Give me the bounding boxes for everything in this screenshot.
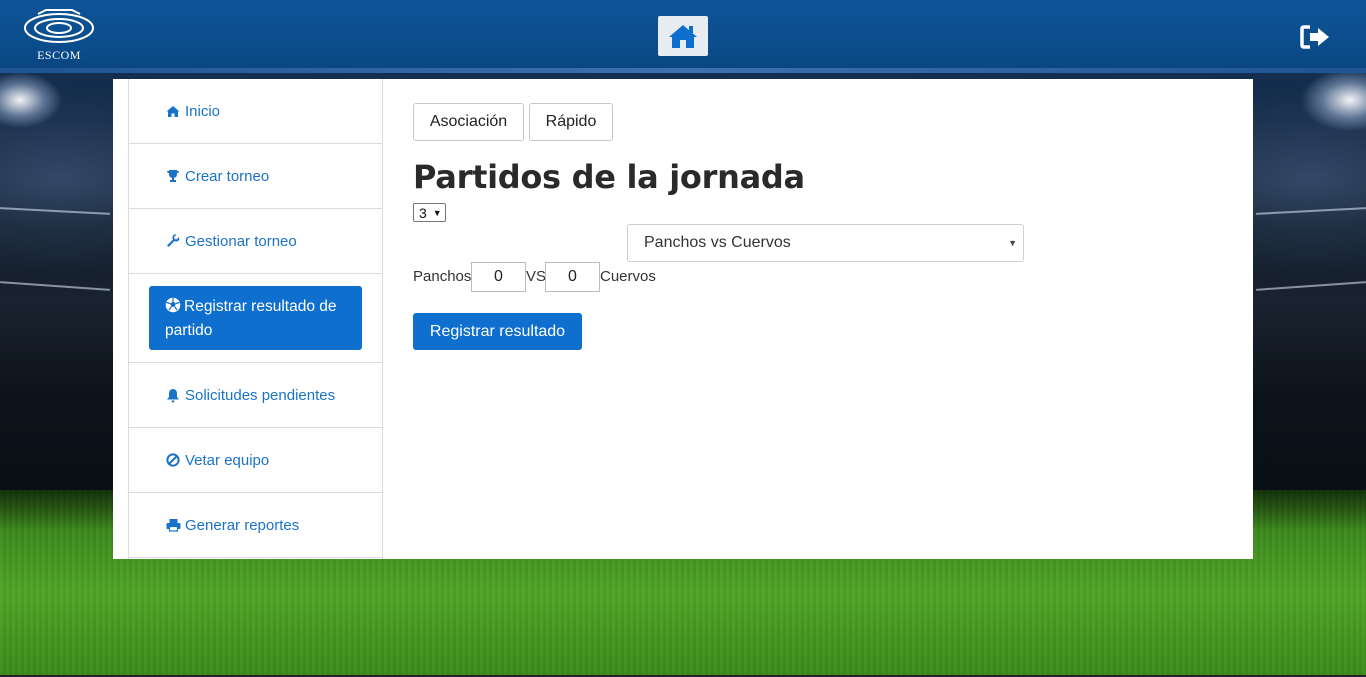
main-panel: Inicio Crear torneo Gestionar torneo Reg… [113, 79, 1253, 559]
page-title: Partidos de la jornada [413, 158, 805, 196]
escom-logo-icon [24, 9, 94, 43]
jornada-select[interactable]: 3 ▼ [413, 203, 446, 222]
top-navbar: ESCOM [0, 0, 1366, 73]
sidebar-item-inicio[interactable]: Inicio [129, 79, 382, 144]
sidebar-item-generar-reportes[interactable]: Generar reportes [129, 493, 382, 558]
sidebar: Inicio Crear torneo Gestionar torneo Reg… [128, 79, 383, 559]
sidebar-item-label: Gestionar torneo [185, 232, 297, 250]
sidebar-item-label: Inicio [185, 102, 221, 120]
sidebar-item-label: Vetar equipo [185, 451, 270, 469]
stand-line [0, 207, 110, 215]
sidebar-item-gestionar-torneo[interactable]: Gestionar torneo [129, 209, 382, 274]
home-score-input[interactable]: 0 [471, 262, 526, 292]
stand-line [1256, 281, 1366, 291]
away-team-label: Cuervos [600, 268, 656, 285]
sidebar-item-label: Crear torneo [185, 167, 270, 185]
home-icon [165, 103, 181, 119]
match-select[interactable]: Panchos vs Cuervos ▼ [627, 224, 1024, 262]
stand-line [1256, 207, 1366, 215]
match-select-value: Panchos vs Cuervos [644, 234, 791, 251]
soccer-ball-icon [165, 297, 181, 313]
home-button[interactable] [658, 16, 708, 56]
sidebar-item-label: Registrar resultado de partido [165, 298, 337, 339]
home-icon [669, 25, 697, 48]
sign-out-icon [1300, 25, 1329, 49]
print-icon [165, 517, 181, 533]
away-score-input[interactable]: 0 [545, 262, 600, 292]
stand-line [0, 281, 110, 291]
vs-label: VS [526, 268, 547, 285]
logo-text: ESCOM [37, 48, 81, 62]
escom-logo[interactable]: ESCOM [22, 8, 96, 64]
home-team-label: Panchos [413, 268, 472, 285]
register-result-button[interactable]: Registrar resultado [413, 313, 582, 350]
content-area: Asociación Rápido Partidos de la jornada… [413, 79, 1233, 559]
trophy-icon [165, 168, 181, 184]
sidebar-item-registrar-resultado[interactable]: Registrar resultado de partido [129, 274, 382, 363]
active-menu-box[interactable]: Registrar resultado de partido [149, 286, 362, 350]
jornada-select-value: 3 [419, 204, 427, 221]
sidebar-item-crear-torneo[interactable]: Crear torneo [129, 144, 382, 209]
sidebar-item-solicitudes-pendientes[interactable]: Solicitudes pendientes [129, 363, 382, 428]
bell-icon [165, 387, 181, 403]
logout-button[interactable] [1298, 22, 1332, 52]
tab-asociacion[interactable]: Asociación [413, 103, 524, 141]
caret-down-icon: ▼ [1008, 238, 1017, 248]
sidebar-item-label: Solicitudes pendientes [185, 386, 336, 404]
wrench-icon [165, 233, 181, 249]
tab-rapido[interactable]: Rápido [529, 103, 613, 141]
sidebar-item-vetar-equipo[interactable]: Vetar equipo [129, 428, 382, 493]
ban-icon [165, 452, 181, 468]
sidebar-item-label: Generar reportes [185, 516, 300, 534]
caret-down-icon: ▼ [432, 207, 442, 218]
